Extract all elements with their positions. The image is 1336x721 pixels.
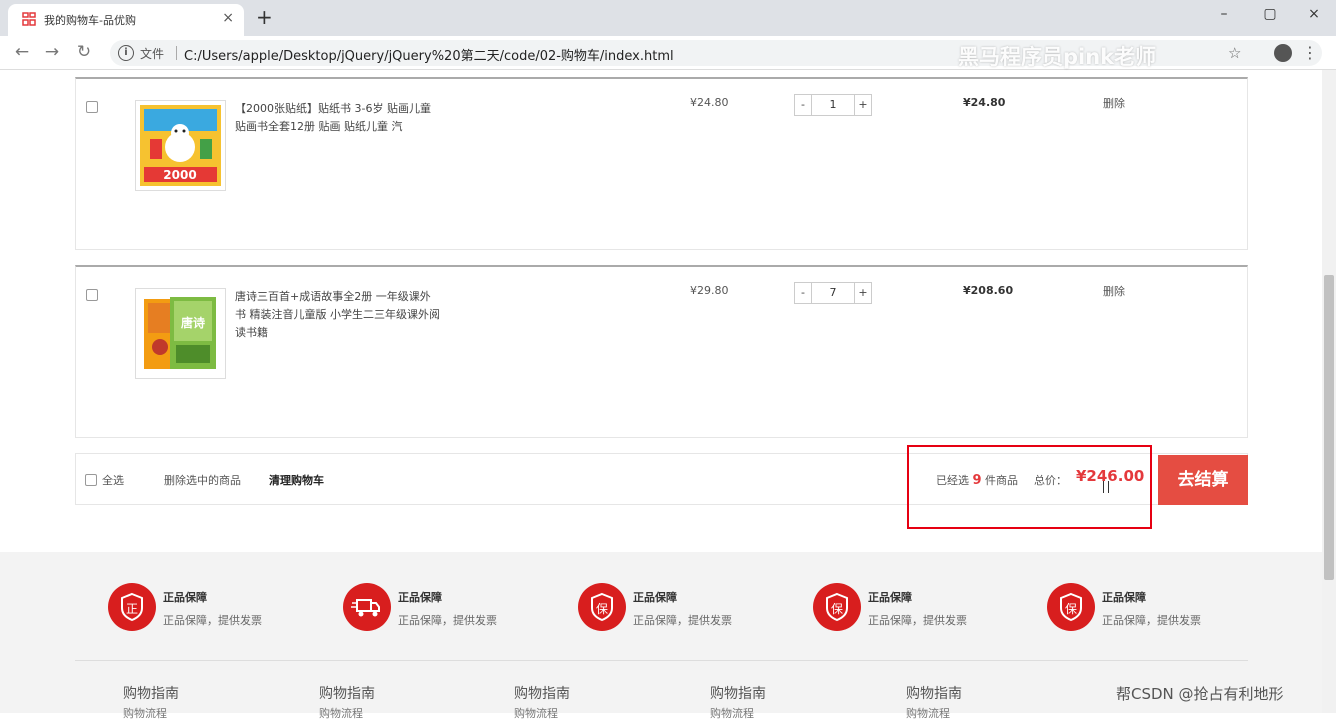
footer-guide-link[interactable]: 购物流程 xyxy=(906,705,950,721)
service-title: 正品保障 xyxy=(1102,591,1146,604)
footer-guide-heading[interactable]: 购物指南 xyxy=(710,683,766,703)
new-tab-button[interactable]: + xyxy=(256,6,273,28)
delete-link[interactable]: 删除 xyxy=(1103,283,1125,299)
more-icon[interactable]: ⋮ xyxy=(1302,43,1318,62)
product-image[interactable]: 2000 xyxy=(135,100,226,191)
address-bar[interactable]: i 文件 C:/Users/apple/Desktop/jQuery/jQuer… xyxy=(110,40,1322,69)
svg-text:保: 保 xyxy=(596,602,608,616)
site-footer: 正 正品保障 正品保障，提供发票 正品保障 正品保障，提供发票 保 正品保障 正… xyxy=(0,552,1322,720)
info-icon[interactable]: i xyxy=(118,45,134,61)
highlight-annotation xyxy=(907,445,1152,529)
service-title: 正品保障 xyxy=(633,591,677,604)
clear-cart-button[interactable]: 清理购物车 xyxy=(269,472,324,488)
footer-guide-heading[interactable]: 购物指南 xyxy=(123,683,179,703)
footer-guide-link[interactable]: 购物流程 xyxy=(319,705,363,721)
service-title: 正品保障 xyxy=(868,591,912,604)
quantity-stepper: - 1 + xyxy=(794,94,872,116)
item-subtotal: ¥208.60 xyxy=(963,284,1014,297)
item-checkbox[interactable] xyxy=(86,101,98,113)
genuine-icon: 正 xyxy=(108,583,156,631)
shield-icon: 保 xyxy=(578,583,626,631)
browser-tab-strip: 我的购物车-品优购 × + – ▢ × xyxy=(0,0,1336,36)
svg-text:保: 保 xyxy=(1065,602,1077,616)
svg-text:正: 正 xyxy=(126,602,138,616)
delete-link[interactable]: 删除 xyxy=(1103,95,1125,111)
sticker-book-cover: 2000 xyxy=(140,105,221,186)
product-name[interactable]: 唐诗三百首+成语故事全2册 一年级课外书 精装注音儿童版 小学生二三年级课外阅读… xyxy=(235,288,440,342)
shield-icon: 保 xyxy=(1047,583,1095,631)
close-tab-icon[interactable]: × xyxy=(222,10,234,26)
product-image[interactable]: 唐诗 xyxy=(135,288,226,379)
quantity-stepper: - 7 + xyxy=(794,282,872,304)
increment-button[interactable]: + xyxy=(854,94,872,116)
csdn-watermark: 帮CSDN @抢占有利地形 xyxy=(1116,685,1284,703)
checkout-button[interactable]: 去结算 xyxy=(1158,455,1248,505)
service-item[interactable]: 正 正品保障 正品保障，提供发票 xyxy=(108,583,308,633)
shop-icon xyxy=(22,12,36,26)
footer-guide-link[interactable]: 购物流程 xyxy=(123,705,167,721)
omnibox-separator xyxy=(176,46,177,60)
scrollbar-thumb[interactable] xyxy=(1324,275,1334,580)
select-all-checkbox[interactable] xyxy=(85,474,97,486)
poetry-book-cover: 唐诗 xyxy=(140,293,221,374)
close-window-button[interactable]: × xyxy=(1304,6,1324,22)
cart-item: 唐诗 唐诗三百首+成语故事全2册 一年级课外书 精装注音儿童版 小学生二三年级课… xyxy=(75,265,1248,438)
profile-icon[interactable] xyxy=(1274,44,1292,62)
service-item[interactable]: 保 正品保障 正品保障，提供发票 xyxy=(578,583,778,633)
remove-selected-button[interactable]: 删除选中的商品 xyxy=(164,472,241,488)
service-desc: 正品保障，提供发票 xyxy=(633,614,732,627)
reload-button[interactable]: ↻ xyxy=(74,43,94,61)
product-name[interactable]: 【2000张贴纸】贴纸书 3-6岁 贴画儿童 贴画书全套12册 贴画 贴纸儿童 … xyxy=(235,100,440,136)
browser-tab[interactable]: 我的购物车-品优购 × xyxy=(8,4,244,36)
cart-item: 2000 【2000张贴纸】贴纸书 3-6岁 贴画儿童 贴画书全套12册 贴画 … xyxy=(75,77,1248,250)
service-item[interactable]: 正品保障 正品保障，提供发票 xyxy=(343,583,543,633)
unit-price: ¥29.80 xyxy=(690,284,729,297)
url-text[interactable]: C:/Users/apple/Desktop/jQuery/jQuery%20第… xyxy=(184,45,674,64)
service-desc: 正品保障，提供发票 xyxy=(163,614,262,627)
decrement-button[interactable]: - xyxy=(794,94,812,116)
footer-guide-heading[interactable]: 购物指南 xyxy=(319,683,375,703)
increment-button[interactable]: + xyxy=(854,282,872,304)
footer-guide-link[interactable]: 购物流程 xyxy=(514,705,558,721)
decrement-button[interactable]: - xyxy=(794,282,812,304)
quantity-input[interactable]: 1 xyxy=(812,94,854,116)
delivery-truck-icon xyxy=(343,583,391,631)
item-subtotal: ¥24.80 xyxy=(963,96,1006,109)
service-desc: 正品保障，提供发票 xyxy=(868,614,967,627)
svg-text:保: 保 xyxy=(831,602,843,616)
minimize-button[interactable]: – xyxy=(1214,6,1234,22)
service-item[interactable]: 保 正品保障 正品保障，提供发票 xyxy=(1047,583,1247,633)
file-scheme-label: 文件 xyxy=(140,47,165,61)
service-item[interactable]: 保 正品保障 正品保障，提供发票 xyxy=(813,583,1013,633)
quantity-input[interactable]: 7 xyxy=(812,282,854,304)
back-button[interactable]: ← xyxy=(12,43,32,61)
browser-toolbar: ← → ↻ i 文件 C:/Users/apple/Desktop/jQuery… xyxy=(0,36,1336,70)
tab-title: 我的购物车-品优购 xyxy=(44,14,136,27)
cover-text: 2000 xyxy=(163,168,196,182)
star-icon[interactable]: ☆ xyxy=(1228,44,1241,62)
shield-icon: 保 xyxy=(813,583,861,631)
service-title: 正品保障 xyxy=(398,591,442,604)
cover-text: 唐诗 xyxy=(181,315,205,330)
watermark: 黑马程序员pink老师 xyxy=(958,45,1157,69)
service-desc: 正品保障，提供发票 xyxy=(1102,614,1201,627)
maximize-button[interactable]: ▢ xyxy=(1260,6,1280,22)
service-title: 正品保障 xyxy=(163,591,207,604)
forward-button[interactable]: → xyxy=(42,43,62,61)
footer-guide-heading[interactable]: 购物指南 xyxy=(906,683,962,703)
select-all-label[interactable]: 全选 xyxy=(102,472,124,488)
footer-guide-heading[interactable]: 购物指南 xyxy=(514,683,570,703)
footer-divider xyxy=(75,660,1248,661)
text-cursor-icon xyxy=(1103,481,1109,493)
footer-guide-link[interactable]: 购物流程 xyxy=(710,705,754,721)
service-desc: 正品保障，提供发票 xyxy=(398,614,497,627)
unit-price: ¥24.80 xyxy=(690,96,729,109)
item-checkbox[interactable] xyxy=(86,289,98,301)
